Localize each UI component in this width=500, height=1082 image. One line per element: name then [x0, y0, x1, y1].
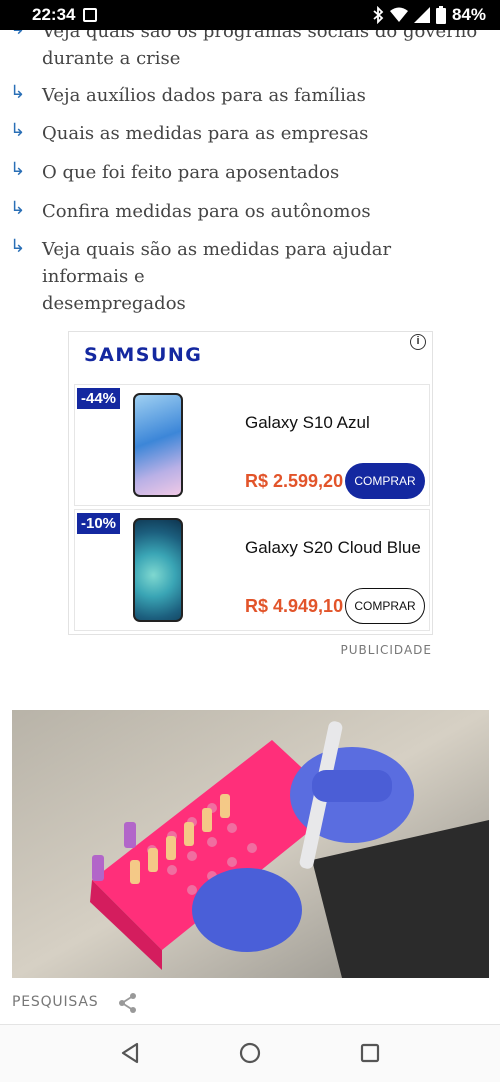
- back-triangle-icon[interactable]: [117, 1040, 143, 1066]
- link-text-line1: Veja quais são as medidas para ajudar in…: [42, 239, 392, 287]
- link-arrow-icon: ↳: [10, 198, 26, 219]
- status-right: 84%: [372, 5, 486, 25]
- home-circle-icon[interactable]: [237, 1040, 263, 1066]
- discount-badge: -44%: [77, 388, 121, 409]
- recents-square-icon[interactable]: [357, 1040, 383, 1066]
- battery-percent: 84%: [451, 5, 486, 24]
- link-arrow-icon: ↳: [10, 159, 26, 180]
- buy-button[interactable]: COMPRAR: [345, 588, 425, 624]
- product-price: R$ 4.949,10: [245, 596, 344, 616]
- article-photo[interactable]: [12, 710, 489, 978]
- link-text-line2: desempregados: [42, 293, 186, 314]
- android-nav-bar: [0, 1024, 500, 1082]
- lab-photo-illustration: [12, 710, 489, 978]
- share-icon[interactable]: [118, 992, 138, 1014]
- link-text-line1: Confira medidas para os autônomos: [42, 201, 371, 222]
- status-time: 22:34: [32, 5, 76, 24]
- signal-icon: [413, 7, 430, 23]
- samsung-logo: SAMSUNG: [84, 344, 203, 366]
- link-text-line1: Veja auxílios dados para as famílias: [42, 85, 366, 106]
- bluetooth-icon: [373, 6, 384, 24]
- battery-icon: [435, 6, 446, 24]
- ad-label: PUBLICIDADE: [340, 643, 432, 657]
- link-text-line2: durante a crise: [42, 48, 181, 69]
- ad-info-icon[interactable]: i: [410, 334, 426, 350]
- phone-image-s20: [133, 518, 183, 622]
- product-name: Galaxy S20 Cloud Blue: [245, 538, 421, 557]
- ad-product-s10[interactable]: -44% Galaxy S10 Azul R$ 2.599,20 COMPRAR: [74, 384, 430, 506]
- section-label[interactable]: PESQUISAS: [12, 994, 98, 1010]
- status-bar: 22:34 84%: [0, 0, 500, 30]
- image-notification-icon: [83, 8, 98, 22]
- link-text-line1: O que foi feito para aposentados: [42, 162, 340, 183]
- samsung-ad[interactable]: SAMSUNG i -44% Galaxy S10 Azul R$ 2.599,…: [68, 331, 433, 635]
- product-price: R$ 2.599,20: [245, 471, 344, 491]
- link-arrow-icon: ↳: [10, 120, 26, 141]
- wifi-icon: [389, 7, 408, 22]
- phone-image-s10: [133, 393, 183, 497]
- discount-badge: -10%: [77, 513, 121, 534]
- link-text-line1: Quais as medidas para as empresas: [42, 123, 369, 144]
- link-arrow-icon: ↳: [10, 236, 26, 257]
- link-arrow-icon: ↳: [10, 82, 26, 103]
- buy-button[interactable]: COMPRAR: [345, 463, 425, 499]
- ad-product-s20[interactable]: -10% Galaxy S20 Cloud Blue R$ 4.949,10 C…: [74, 509, 430, 631]
- product-name: Galaxy S10 Azul: [245, 413, 370, 432]
